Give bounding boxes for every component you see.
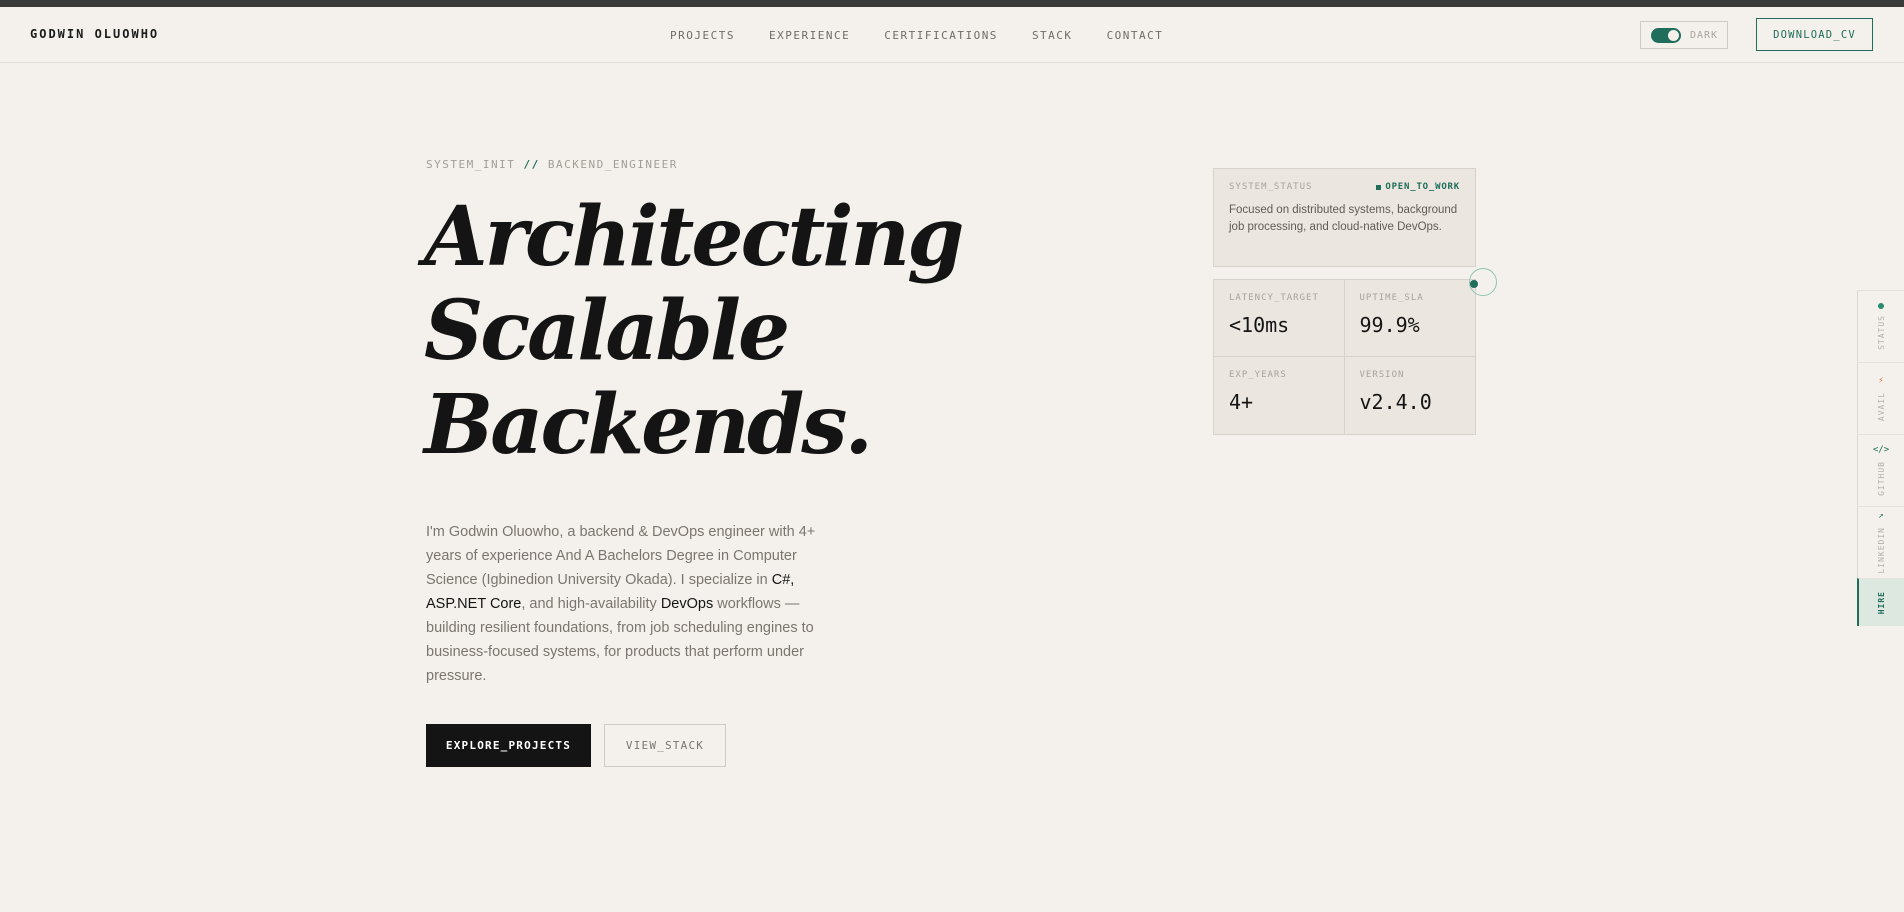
metrics-grid: LATENCY_TARGET <10ms UPTIME_SLA 99.9% EX… <box>1213 279 1476 435</box>
rail-label: AVAIL <box>1876 391 1886 422</box>
theme-label: DARK <box>1690 29 1719 41</box>
metric-label: EXP_YEARS <box>1229 370 1287 380</box>
rail-label: STATUS <box>1876 315 1886 350</box>
headline-line-3: Backends. <box>424 377 873 473</box>
status-dot-icon <box>1376 184 1382 190</box>
rail-label: LINKEDIN <box>1876 527 1886 574</box>
metric-value: v2.4.0 <box>1359 390 1432 414</box>
rail-avail[interactable]: ⚡ AVAIL <box>1857 362 1904 434</box>
system-status-card: SYSTEM_STATUS OPEN_TO_WORK Focused on di… <box>1213 168 1476 267</box>
bio-highlight-devops: DevOps <box>660 596 714 612</box>
hero-bio: I'm Godwin Oluowho, a backend & DevOps e… <box>426 520 832 688</box>
rail-status[interactable]: STATUS <box>1857 290 1904 362</box>
view-stack-button[interactable]: VIEW_STACK <box>604 724 726 767</box>
explore-projects-button[interactable]: EXPLORE_PROJECTS <box>426 724 591 767</box>
rail-label: GITHUB <box>1876 461 1886 496</box>
metric-value: 99.9% <box>1359 313 1420 337</box>
metric-label: VERSION <box>1359 370 1405 380</box>
nav-experience[interactable]: EXPERIENCE <box>769 29 850 42</box>
nav-stack[interactable]: STACK <box>1032 29 1073 42</box>
kicker-right: BACKEND_ENGINEER <box>547 158 678 171</box>
site-header: GODWIN OLUOWHO PROJECTS EXPERIENCE CERTI… <box>0 7 1904 63</box>
metric-latency: LATENCY_TARGET <10ms <box>1214 280 1345 357</box>
code-icon: </> <box>1872 445 1890 456</box>
download-cv-button[interactable]: DOWNLOAD_CV <box>1756 18 1873 51</box>
nav-contact[interactable]: CONTACT <box>1107 29 1164 42</box>
rail-label: HIRE <box>1877 590 1886 615</box>
toggle-knob <box>1668 29 1679 41</box>
kicker-separator: // <box>523 158 540 171</box>
nav-projects[interactable]: PROJECTS <box>670 29 735 42</box>
hero-headline: Architecting Scalable Backends. <box>424 189 964 473</box>
top-accent-bar <box>0 0 1904 7</box>
rail-linkedin[interactable]: ↗ LINKEDIN <box>1857 506 1904 578</box>
site-logo[interactable]: GODWIN OLUOWHO <box>30 27 159 41</box>
headline-line-2: Scalable <box>424 283 790 379</box>
rail-hire[interactable]: HIRE <box>1857 578 1904 626</box>
bio-part-1: I'm Godwin Oluowho, a backend & DevOps e… <box>426 524 816 588</box>
status-dot-icon <box>1878 303 1884 310</box>
arrow-up-right-icon: ↗ <box>1878 511 1884 522</box>
status-description: Focused on distributed systems, backgrou… <box>1229 204 1458 233</box>
rail-github[interactable]: </> GITHUB <box>1857 434 1904 506</box>
badge-text: OPEN_TO_WORK <box>1385 182 1460 192</box>
cursor-dot-icon <box>1470 280 1478 288</box>
toggle-switch[interactable] <box>1651 27 1681 43</box>
metric-value: <10ms <box>1229 313 1290 337</box>
metric-label: UPTIME_SLA <box>1359 293 1424 303</box>
bio-part-2: , and high-availability <box>521 596 661 612</box>
kicker-left: SYSTEM_INIT <box>426 158 516 171</box>
metric-version: VERSION v2.4.0 <box>1345 357 1476 434</box>
theme-toggle[interactable]: DARK <box>1640 21 1728 49</box>
metric-exp-years: EXP_YEARS 4+ <box>1214 357 1345 434</box>
hero-kicker: SYSTEM_INIT // BACKEND_ENGINEER <box>426 158 678 171</box>
metric-label: LATENCY_TARGET <box>1229 293 1319 303</box>
lightning-icon: ⚡ <box>1878 375 1884 386</box>
metric-uptime: UPTIME_SLA 99.9% <box>1344 280 1475 357</box>
metric-value: 4+ <box>1229 390 1254 414</box>
side-rail: STATUS ⚡ AVAIL </> GITHUB ↗ LINKEDIN HIR… <box>1857 290 1904 626</box>
headline-line-1: Architecting <box>424 189 964 285</box>
open-to-work-badge: OPEN_TO_WORK <box>1376 182 1460 192</box>
status-label: SYSTEM_STATUS <box>1229 182 1313 192</box>
main-nav: PROJECTS EXPERIENCE CERTIFICATIONS STACK… <box>670 29 1163 42</box>
status-card-header: SYSTEM_STATUS OPEN_TO_WORK <box>1229 182 1460 192</box>
nav-certifications[interactable]: CERTIFICATIONS <box>884 29 998 42</box>
